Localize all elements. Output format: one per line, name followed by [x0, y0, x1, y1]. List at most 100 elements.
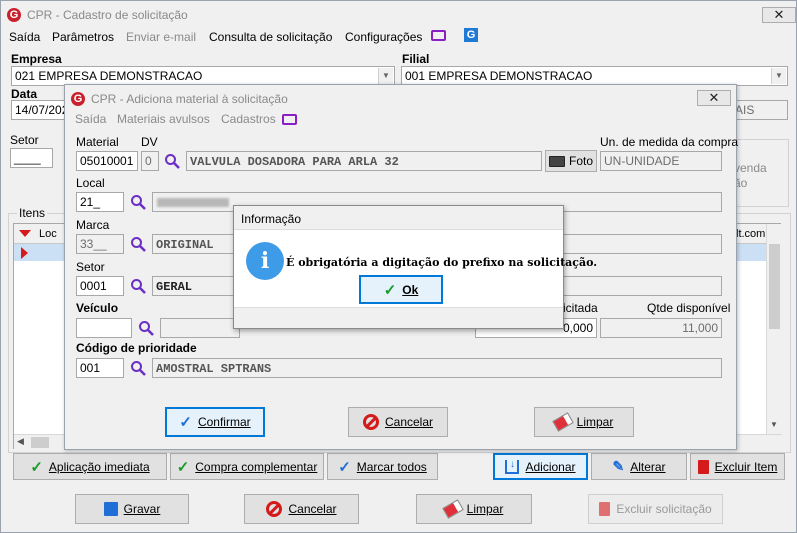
- excluir-item-label: Excluir Item: [714, 459, 778, 474]
- eraser-icon: [442, 499, 464, 519]
- main-limpar-label: Limpar: [466, 502, 504, 516]
- marcar-todos-label: Marcar todos: [356, 459, 427, 474]
- main-limpar-button[interactable]: Limpar: [416, 494, 532, 524]
- marca-field[interactable]: 33__: [76, 234, 124, 254]
- veiculo-label: Veículo: [76, 301, 119, 315]
- menu-consulta[interactable]: Consulta de solicitação: [209, 30, 332, 44]
- monitor-icon[interactable]: [431, 30, 446, 41]
- sort-arrow-icon[interactable]: [19, 230, 31, 237]
- marca-label: Marca: [76, 218, 110, 232]
- check-icon: ✓: [176, 458, 190, 476]
- dialog-title: CPR - Adiciona material à solicitação: [91, 92, 288, 106]
- foto-label: Foto: [568, 154, 593, 168]
- menu-parametros[interactable]: Parâmetros: [52, 30, 114, 44]
- menu-enviar-email[interactable]: Enviar e-mail: [126, 30, 196, 44]
- data-label: Data: [11, 87, 38, 101]
- gravar-label: Gravar: [123, 502, 161, 516]
- menu-configuracoes[interactable]: Configurações: [345, 30, 422, 44]
- grid-col-loc[interactable]: Loc: [39, 228, 57, 240]
- dv-value: 0: [145, 154, 152, 168]
- filial-select[interactable]: 001 EMPRESA DEMONSTRACAO ▼: [401, 66, 788, 86]
- grid-vscrollbar[interactable]: ▼: [766, 224, 781, 434]
- main-close-button[interactable]: ✕: [762, 7, 796, 23]
- search-icon[interactable]: [130, 236, 146, 252]
- dialog-close-button[interactable]: ✕: [697, 90, 731, 106]
- scroll-left-icon[interactable]: ◀: [17, 436, 24, 447]
- veiculo-desc-field: [160, 318, 240, 338]
- main-titlebar: G CPR - Cadastro de solicitação ✕: [1, 1, 796, 29]
- prioridade-field[interactable]: 001: [76, 358, 124, 378]
- chevron-down-icon[interactable]: ▼: [378, 68, 393, 84]
- adicionar-button[interactable]: ↓ Adicionar: [493, 453, 588, 480]
- filial-extra-field: AIS: [731, 100, 788, 120]
- excluir-solicitacao-button[interactable]: Excluir solicitação: [588, 494, 723, 524]
- dialog-cancelar-label: Cancelar: [384, 415, 434, 429]
- material-field[interactable]: 05010001: [76, 151, 138, 171]
- dialog-setor-field[interactable]: 0001: [76, 276, 124, 296]
- material-desc: VALVULA DOSADORA PARA ARLA 32: [190, 155, 399, 169]
- dialog-limpar-label: Limpar: [576, 415, 614, 429]
- gravar-button[interactable]: Gravar: [75, 494, 189, 524]
- foto-button[interactable]: Foto: [545, 150, 597, 172]
- search-icon[interactable]: [130, 194, 146, 210]
- setor-value: ____: [14, 151, 41, 165]
- excluir-item-button[interactable]: Excluir Item: [690, 453, 785, 480]
- scroll-thumb[interactable]: [769, 244, 780, 329]
- filial-label: Filial: [402, 52, 430, 66]
- dialog-limpar-button[interactable]: Limpar: [534, 407, 634, 437]
- excluir-solicitacao-label: Excluir solicitação: [616, 502, 712, 516]
- chevron-down-icon[interactable]: ▼: [771, 68, 786, 84]
- solicitada-value: 0,000: [562, 321, 593, 335]
- camera-icon: [548, 155, 565, 167]
- hscroll-thumb[interactable]: [31, 437, 49, 448]
- scroll-down-icon[interactable]: ▼: [770, 420, 778, 429]
- ok-button[interactable]: ✓ Ok: [359, 275, 443, 304]
- qtde-disponivel-value: 11,000: [682, 321, 718, 335]
- grid-col-right[interactable]: lt.com: [736, 228, 765, 240]
- main-cancelar-button[interactable]: Cancelar: [244, 494, 359, 524]
- local-field[interactable]: 21_: [76, 192, 124, 212]
- un-medida-field: UN-UNIDADE: [600, 151, 722, 171]
- dv-field: 0: [141, 151, 159, 171]
- dialog-setor-value: 0001: [80, 279, 107, 293]
- data-field[interactable]: 14/07/202: [11, 100, 71, 120]
- marca-desc: ORIGINAL: [156, 238, 214, 252]
- monitor-icon[interactable]: [282, 114, 297, 125]
- info-message: É obrigatória a digitação do prefixo na …: [286, 256, 598, 269]
- search-icon[interactable]: [138, 320, 154, 336]
- un-medida-label: Un. de medida da compra: [600, 135, 739, 149]
- compra-complementar-button[interactable]: ✓ Compra complementar: [170, 453, 324, 480]
- search-icon[interactable]: [164, 153, 180, 169]
- alterar-button[interactable]: ✎ Alterar: [591, 453, 687, 480]
- adicionar-label: Adicionar: [525, 459, 576, 474]
- menu-saida[interactable]: Saída: [9, 30, 40, 44]
- search-icon[interactable]: [130, 360, 146, 376]
- qtde-disponivel-label: Qtde disponível: [647, 301, 731, 315]
- check-icon: ✓: [338, 458, 351, 476]
- veiculo-field[interactable]: [76, 318, 132, 338]
- dialog-menu-materiais[interactable]: Materiais avulsos: [117, 112, 210, 126]
- marcar-todos-button[interactable]: ✓ Marcar todos: [327, 453, 438, 480]
- trash-icon: [599, 502, 611, 516]
- prioridade-value: 001: [80, 361, 101, 375]
- dialog-menu-cadastros[interactable]: Cadastros: [221, 112, 276, 126]
- setor-field[interactable]: ____: [10, 148, 53, 168]
- prioridade-desc-field: AMOSTRAL SPTRANS: [152, 358, 722, 378]
- search-icon[interactable]: [130, 278, 146, 294]
- app-logo-icon: G: [71, 92, 85, 106]
- dialog-setor-label: Setor: [76, 260, 105, 274]
- info-footer: [234, 307, 563, 328]
- dialog-menu-saida[interactable]: Saída: [75, 112, 106, 126]
- dialog-cancelar-button[interactable]: Cancelar: [348, 407, 448, 437]
- empresa-select[interactable]: 021 EMPRESA DEMONSTRACAO ▼: [11, 66, 395, 86]
- aplicacao-imediata-button[interactable]: ✓ Aplicação imediata: [13, 453, 167, 480]
- check-icon: ✓: [30, 458, 43, 476]
- data-value: 14/07/202: [15, 103, 69, 117]
- confirmar-button[interactable]: ✓ Confirmar: [165, 407, 265, 437]
- local-value: 21_: [80, 195, 101, 209]
- app-logo-icon: G: [7, 8, 21, 22]
- main-cancelar-label: Cancelar: [288, 502, 337, 516]
- prioridade-label: Código de prioridade: [76, 341, 197, 355]
- app-g-icon[interactable]: G: [464, 28, 478, 42]
- confirmar-label: Confirmar: [197, 415, 251, 429]
